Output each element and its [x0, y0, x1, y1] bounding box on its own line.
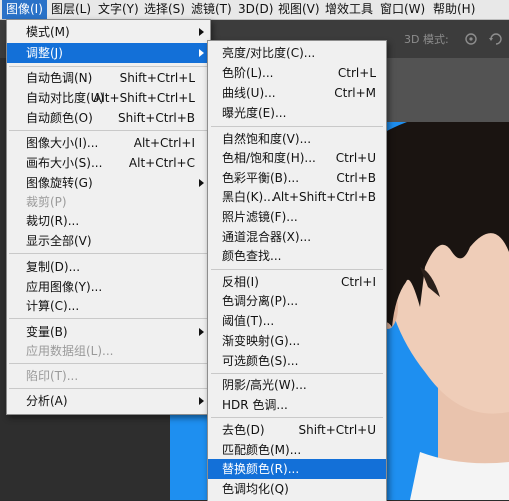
menu-item-shadows-highlights[interactable]: 阴影/高光(W)... — [208, 375, 386, 395]
menu-separator — [9, 253, 208, 254]
menu-item-auto-contrast[interactable]: 自动对比度(U) Alt+Shift+Ctrl+L — [7, 88, 210, 108]
menu-item-color-lookup[interactable]: 颜色查找... — [208, 246, 386, 266]
menu-item-desaturate[interactable]: 去色(D) Shift+Ctrl+U — [208, 420, 386, 440]
menu-item-image-rotation[interactable]: 图像旋转(G) — [7, 173, 210, 193]
menu-separator — [211, 373, 383, 374]
menu-item-posterize[interactable]: 色调分离(P)... — [208, 291, 386, 311]
menu-plugins[interactable]: 增效工具 — [321, 0, 377, 19]
menu-item-canvas-size[interactable]: 画布大小(S)... Alt+Ctrl+C — [7, 153, 210, 173]
menu-view[interactable]: 视图(V) — [274, 0, 324, 19]
menu-item-channel-mixer[interactable]: 通道混合器(X)... — [208, 227, 386, 247]
menu-item-color-balance[interactable]: 色彩平衡(B)... Ctrl+B — [208, 168, 386, 188]
menu-help[interactable]: 帮助(H) — [429, 0, 479, 19]
menu-item-exposure[interactable]: 曝光度(E)... — [208, 103, 386, 123]
menu-separator — [9, 130, 208, 131]
menu-bar: 图像(I) 图层(L) 文字(Y) 选择(S) 滤镜(T) 3D(D) 视图(V… — [0, 0, 509, 20]
canvas-pasteboard — [368, 58, 509, 122]
menu-item-hue-saturation[interactable]: 色相/饱和度(H)... Ctrl+U — [208, 148, 386, 168]
menu-separator — [9, 66, 208, 67]
menu-item-hdr-toning[interactable]: HDR 色调... — [208, 395, 386, 415]
submenu-arrow-icon — [199, 49, 204, 57]
image-menu: 模式(M) 调整(J) 自动色调(N) Shift+Ctrl+L 自动对比度(U)… — [6, 19, 211, 415]
menu-select[interactable]: 选择(S) — [140, 0, 189, 19]
menu-item-invert[interactable]: 反相(I) Ctrl+I — [208, 272, 386, 292]
menu-separator — [211, 417, 383, 418]
menu-item-replace-color[interactable]: 替换颜色(R)... — [208, 459, 386, 479]
menu-item-equalize[interactable]: 色调均化(Q) — [208, 479, 386, 499]
menu-item-brightness-contrast[interactable]: 亮度/对比度(C)... — [208, 43, 386, 63]
menu-image[interactable]: 图像(I) — [2, 0, 47, 19]
submenu-arrow-icon — [199, 397, 204, 405]
submenu-arrow-icon — [199, 328, 204, 336]
menu-window[interactable]: 窗口(W) — [376, 0, 429, 19]
adjustments-submenu: 亮度/对比度(C)... 色阶(L)... Ctrl+L 曲线(U)... Ctrl… — [207, 40, 387, 501]
menu-item-curves[interactable]: 曲线(U)... Ctrl+M — [208, 83, 386, 103]
menu-item-trim[interactable]: 裁切(R)... — [7, 211, 210, 231]
menu-separator — [9, 318, 208, 319]
submenu-arrow-icon — [199, 179, 204, 187]
menu-item-black-white[interactable]: 黑白(K)... Alt+Shift+Ctrl+B — [208, 187, 386, 207]
rotate-3d-icon[interactable] — [487, 30, 505, 48]
menu-item-adjustments[interactable]: 调整(J) — [7, 43, 210, 63]
menu-item-photo-filter[interactable]: 照片滤镜(F)... — [208, 207, 386, 227]
menu-item-selective-color[interactable]: 可选颜色(S)... — [208, 351, 386, 371]
menu-item-gradient-map[interactable]: 渐变映射(G)... — [208, 331, 386, 351]
menu-item-mode[interactable]: 模式(M) — [7, 22, 210, 42]
menu-separator — [9, 388, 208, 389]
menu-item-auto-tone[interactable]: 自动色调(N) Shift+Ctrl+L — [7, 68, 210, 88]
menu-separator — [211, 126, 383, 127]
menu-item-auto-color[interactable]: 自动颜色(O) Shift+Ctrl+B — [7, 108, 210, 128]
submenu-arrow-icon — [199, 28, 204, 36]
menu-item-crop: 裁剪(P) — [26, 195, 67, 209]
menu-item-duplicate[interactable]: 复制(D)... — [7, 257, 210, 277]
3d-mode-label: 3D 模式: — [404, 33, 449, 46]
menu-item-threshold[interactable]: 阈值(T)... — [208, 311, 386, 331]
menu-item-trap: 陷印(T)... — [26, 369, 79, 383]
menu-item-image-size[interactable]: 图像大小(I)... Alt+Ctrl+I — [7, 133, 210, 153]
menu-item-match-color[interactable]: 匹配颜色(M)... — [208, 440, 386, 460]
menu-item-reveal-all[interactable]: 显示全部(V) — [7, 231, 210, 251]
menu-item-apply-data-set: 应用数据组(L)... — [26, 344, 114, 358]
menu-item-levels[interactable]: 色阶(L)... Ctrl+L — [208, 63, 386, 83]
menu-layer[interactable]: 图层(L) — [47, 0, 95, 19]
menu-filter[interactable]: 滤镜(T) — [187, 0, 236, 19]
menu-item-variables[interactable]: 变量(B) — [7, 322, 210, 342]
menu-3d[interactable]: 3D(D) — [234, 0, 277, 19]
menu-item-analysis[interactable]: 分析(A) — [7, 391, 210, 411]
orbit-3d-icon[interactable] — [462, 30, 480, 48]
menu-item-calculations[interactable]: 计算(C)... — [7, 296, 210, 316]
menu-type[interactable]: 文字(Y) — [94, 0, 143, 19]
menu-separator — [211, 269, 383, 270]
menu-item-vibrance[interactable]: 自然饱和度(V)... — [208, 129, 386, 149]
menu-separator — [9, 363, 208, 364]
menu-item-apply-image[interactable]: 应用图像(Y)... — [7, 277, 210, 297]
